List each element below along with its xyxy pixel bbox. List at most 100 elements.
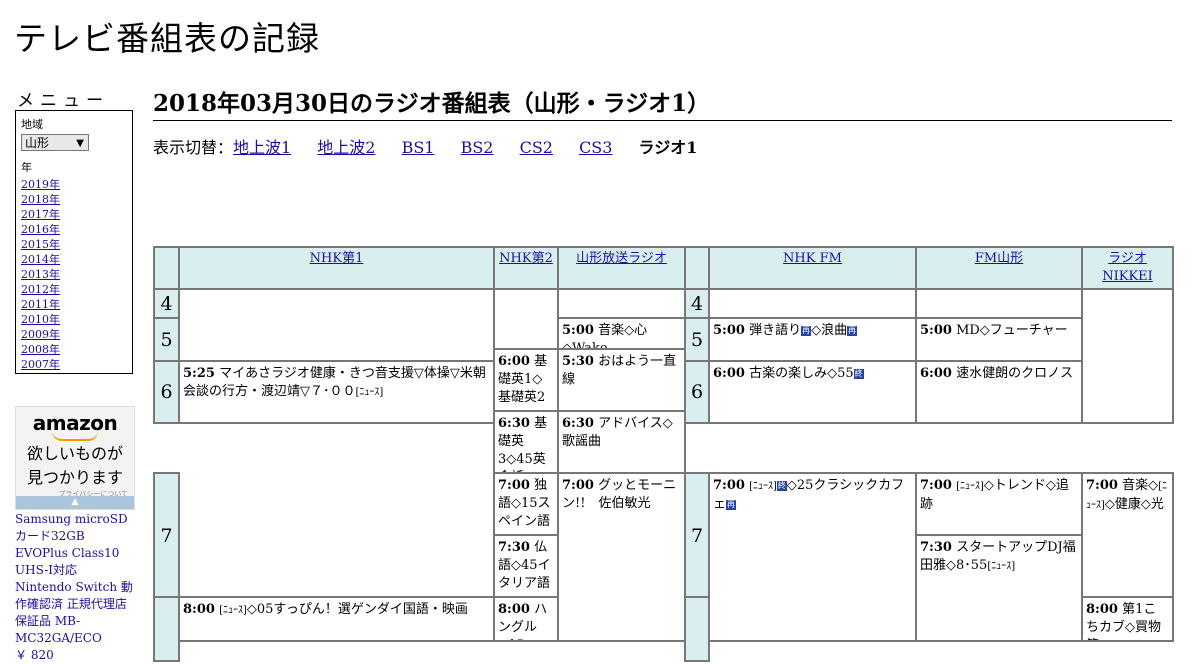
year-link[interactable]: 2019年 (21, 178, 60, 191)
program-text: 7:00 (562, 478, 594, 493)
program-text: 6:30 (562, 416, 594, 431)
program-cell-empty (1081, 288, 1174, 424)
program-text: 8:00 (498, 602, 530, 617)
rerun-icon: 再 (726, 499, 737, 510)
station-header: 山形放送ラジオ (557, 246, 686, 290)
program-cell[interactable]: 8:00 [ﾆｭｰｽ]◇05すっぴん！選ゲンダイ国語・映画 (178, 596, 495, 642)
station-link-nhk1[interactable]: NHK第1 (310, 251, 364, 266)
program-text: 8:00 (1086, 602, 1118, 617)
program-text: ◇健康◇光 (1104, 497, 1164, 512)
program-cell[interactable]: 7:00 独語◇15スペイン語 (493, 472, 559, 536)
hour-label: 4 (684, 288, 710, 319)
menu-title: メニュー (17, 91, 109, 111)
program-text: [ﾆｭｰｽ] (956, 481, 984, 492)
program-cell[interactable]: 7:00 [ﾆｭｰｽ]終◇25クラシックカフェ再 (708, 472, 917, 642)
hour-header-blank (684, 246, 710, 290)
year-link[interactable]: 2018年 (21, 193, 60, 206)
hour-label-text: 7 (690, 525, 704, 547)
switcher-label: 表示切替： (153, 138, 234, 157)
program-cell[interactable]: 7:30 スタートアップDJ福田雅◇8･55[ﾆｭｰｽ] (915, 534, 1083, 642)
station-link-ybc[interactable]: 山形放送ラジオ (576, 251, 667, 266)
year-link[interactable]: 2016年 (21, 223, 60, 236)
program-text: 5:30 (562, 354, 594, 369)
hour-label: 4 (153, 288, 180, 319)
product-name[interactable]: Samsung microSDカード32GB EVOPlus Class10 U… (15, 512, 133, 645)
program-text: ◇05すっぴん！選ゲンダイ国語・映画 (246, 602, 468, 617)
ad-scroll-up-icon[interactable]: ▲ (16, 496, 134, 509)
hour-label: 5 (153, 317, 180, 362)
program-cell-empty (178, 288, 495, 362)
station-header: ラジオNIKKEI (1081, 246, 1174, 290)
program-cell-empty (708, 288, 917, 319)
program-text: 7:30 (920, 540, 952, 555)
year-link[interactable]: 2010年 (21, 313, 60, 326)
program-cell[interactable]: 5:00 弾き語り再◇浪曲再 (708, 317, 917, 362)
program-cell[interactable]: 5:30 おはよう一直線 (557, 348, 686, 412)
station-header: NHK第2 (493, 246, 559, 290)
year-link[interactable]: 2017年 (21, 208, 60, 221)
program-text: 7:00 (498, 478, 530, 493)
site-title: テレビ番組表の記録 (14, 19, 320, 58)
station-header: NHK FM (708, 246, 917, 290)
program-cell[interactable]: 7:30 仏語◇45イタリア語 (493, 534, 559, 598)
station-link-nikkei[interactable]: ラジオNIKKEI (1102, 251, 1153, 284)
hour-header-blank (153, 246, 180, 290)
program-cell[interactable]: 5:00 MD◇フューチャー (915, 317, 1083, 362)
program-cell[interactable]: 6:00 基礎英1◇基礎英2 (493, 348, 559, 412)
program-cell[interactable]: 5:25 マイあさラジオ健康・きつ音支援▽体操▽米朝会談の行方・渡辺靖▽７･００… (178, 360, 495, 424)
program-text: 音楽◇ (1122, 478, 1159, 493)
program-cell[interactable]: 6:30 基礎英3◇45英会話 (493, 410, 559, 474)
program-cell[interactable]: 6:30 アドバイス◇歌謡曲 (557, 410, 686, 474)
region-label: 地域 (21, 118, 43, 131)
year-link[interactable]: 2013年 (21, 268, 60, 281)
amazon-ad[interactable]: amazon 欲しいものが 見つかります プライバシーについて ▲ (15, 406, 135, 510)
hour-label: 6 (153, 360, 180, 424)
year-link[interactable]: 2008年 (21, 343, 60, 356)
program-cell[interactable]: 7:00 グッとモーニン!! 佐伯敏光 (557, 472, 686, 642)
switch-link-cs2[interactable]: CS2 (520, 138, 553, 157)
switch-link-terrestrial1[interactable]: 地上波1 (233, 138, 291, 157)
switch-link-terrestrial2[interactable]: 地上波2 (317, 138, 375, 157)
region-select[interactable]: 山形 ▼ (21, 134, 89, 151)
station-header: NHK第1 (178, 246, 495, 290)
switch-link-cs3[interactable]: CS3 (579, 138, 612, 157)
program-cell[interactable]: 6:00 古楽の楽しみ◇55終 (708, 360, 917, 424)
program-cell[interactable]: 8:00 第1こちカブ◇買物第 (1081, 596, 1174, 642)
switch-current-radio1: ラジオ1 (638, 138, 698, 157)
year-link[interactable]: 2012年 (21, 283, 60, 296)
program-text: [ﾆｭｰｽ] (987, 561, 1016, 572)
switch-link-bs2[interactable]: BS2 (461, 138, 494, 157)
program-cell[interactable]: 7:00 音楽◇[ﾆｭｰｽ]◇健康◇光 (1081, 472, 1174, 598)
rerun-icon: 再 (801, 325, 812, 336)
page-title: 2018年03月30日のラジオ番組表（山形・ラジオ1） (153, 84, 1172, 121)
year-link[interactable]: 2014年 (21, 253, 60, 266)
station-link-nhkfm[interactable]: NHK FM (783, 251, 842, 266)
year-list: 2019年 2018年 2017年 2016年 2015年 2014年 2013… (21, 177, 127, 372)
program-cell[interactable]: 7:00 [ﾆｭｰｽ]◇トレンド◇追跡 (915, 472, 1083, 536)
year-link[interactable]: 2011年 (21, 298, 60, 311)
switch-link-bs1[interactable]: BS1 (402, 138, 435, 157)
program-cell[interactable]: 8:00 ハングル◇15 (493, 596, 559, 642)
hour-label: 7 (684, 472, 710, 598)
year-link[interactable]: 2009年 (21, 328, 60, 341)
ad-product[interactable]: Samsung microSDカード32GB EVOPlus Class10 U… (15, 511, 137, 664)
view-switcher: 表示切替：地上波1 地上波2 BS1 BS2 CS2 CS3 ラジオ1 (153, 134, 718, 158)
program-cell[interactable]: 6:00 速水健朗のクロノス (915, 360, 1083, 424)
station-link-fmy[interactable]: FM山形 (975, 251, 1023, 266)
year-label: 年 (21, 161, 32, 174)
program-cell-empty (915, 288, 1083, 319)
hour-label-text: 7 (160, 525, 173, 547)
hour-label (684, 596, 710, 662)
program-text: [ﾆｭｰｽ] (749, 481, 777, 492)
program-cell-empty (557, 288, 686, 319)
program-text: 7:30 (498, 540, 530, 555)
chevron-down-icon: ▼ (76, 138, 84, 149)
year-link[interactable]: 2007年 (21, 358, 60, 371)
program-text: 6:30 (498, 416, 530, 431)
ad-text-line1: 欲しいものが (26, 444, 123, 463)
amazon-logo: amazon (32, 411, 118, 435)
ad-text-line2: 見つかります (26, 468, 123, 487)
product-price: ￥ 820 (15, 648, 54, 662)
station-link-nhk2[interactable]: NHK第2 (499, 251, 553, 266)
year-link[interactable]: 2015年 (21, 238, 60, 251)
